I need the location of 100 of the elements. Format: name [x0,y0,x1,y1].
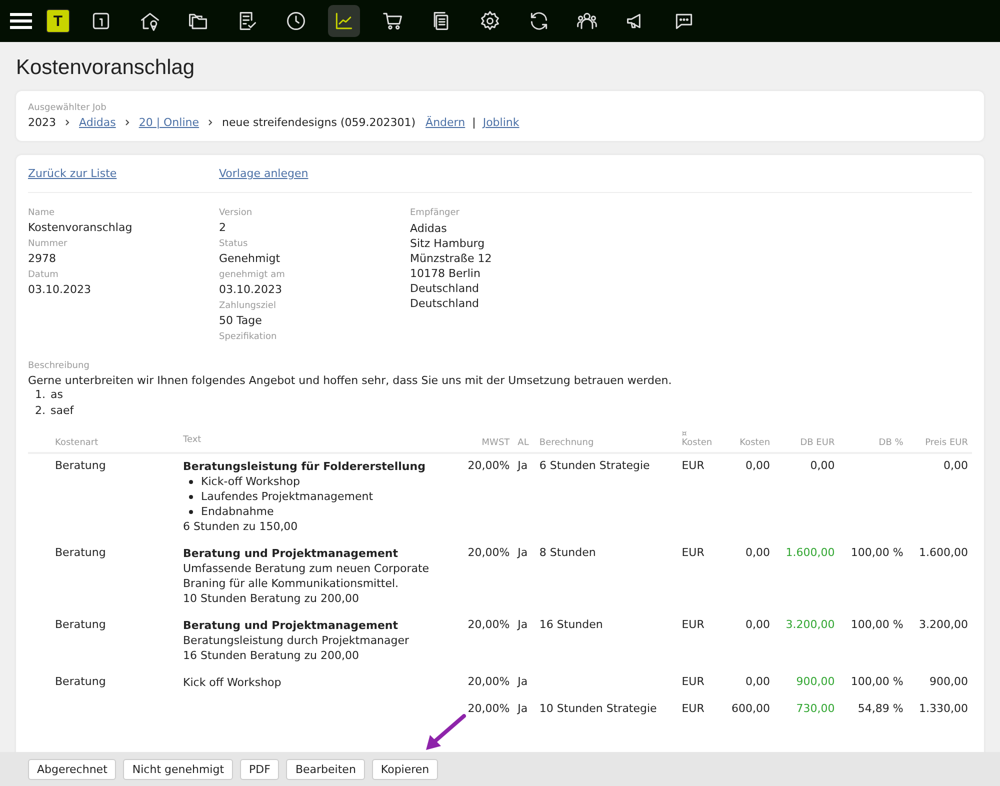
address-line: 10178 Berlin [410,266,482,281]
description-text: Gerne unterbreiten wir Ihnen folgendes Angebot und hoffen sehr, dass Sie uns mit der Umsetzung betrauen werden. [28,374,673,387]
address-line: Deutschland [410,296,480,311]
list-item-text: as [50,387,63,403]
action-button[interactable]: Kopieren [372,758,438,780]
chevron-icon [208,119,214,126]
field-label: Nummer [28,239,68,249]
menu-icon[interactable] [10,12,32,30]
joblink-link[interactable]: Joblink [482,116,520,129]
chevron-icon [124,119,130,126]
table-cell: 0,00 [810,459,835,472]
table-cell: 8 Stunden [539,546,596,559]
address-line: Sitz Hamburg [410,236,486,251]
column-header: AL [518,438,529,448]
address-line: Deutschland [410,281,480,296]
table-cell: EUR [682,618,704,631]
table-cell: 0,00 [746,675,770,688]
breadcrumb-text: neue streifendesigns (059.202301) [222,116,416,129]
field-value: 2 [219,221,227,234]
table-cell: Beratung [55,618,106,631]
table-cell: EUR [682,675,704,688]
breadcrumb-text: 2023 [28,116,56,129]
action-button[interactable]: Abgerechnet [28,758,116,780]
table-cell: 20,00% [468,702,510,715]
breadcrumb-link[interactable]: 20 | Online [138,116,200,129]
table-cell: EUR [682,702,704,715]
table-cell: 0,00 [746,546,770,559]
bullet-icon [189,480,193,484]
field-label: genehmigt am [219,270,286,280]
table-cell: 1.600,00 [919,546,968,559]
field-label: Empfänger [410,208,461,218]
field-label: Version [219,208,254,218]
table-cell: Ja [518,459,528,472]
item-title: Beratungsleistung für Foldererstellung [183,459,426,474]
table-cell: 20,00% [468,618,510,631]
table-cell: 3.200,00 [919,618,968,631]
column-header: Preis EUR [925,438,968,448]
field-value: Kostenvoranschlag [28,221,134,234]
column-header: Kosten [682,438,712,448]
column-header: Kosten [740,438,770,448]
table-cell: 54,89 % [858,702,904,715]
table-cell: 16 Stunden [539,618,603,631]
bullet-text: Laufendes Projektmanagement [201,489,374,504]
table-cell: 20,00% [468,459,510,472]
table-cell: Beratung [55,546,106,559]
action-button[interactable]: PDF [240,758,280,780]
action-link[interactable]: Zurück zur Liste [28,167,219,180]
item-text: Kick off Workshop [183,675,282,690]
address-line: Münzstraße 12 [410,251,493,266]
action-button[interactable]: Nicht genehmigt [123,758,234,780]
field-label: Status [219,239,249,249]
breadcrumb-link[interactable]: Adidas [79,116,116,129]
table-cell: 3.200,00 [786,618,835,631]
item-text: 10 Stunden Beratung zu 200,00 [183,591,360,606]
item-text: Beratungsleistung durch Projektmanager [183,633,410,648]
field-value: 03.10.2023 [219,283,283,296]
chart-icon[interactable] [328,5,360,37]
column-header: MWST [482,438,510,448]
currency-symbol: ¤ [682,429,688,438]
action-link[interactable]: Vorlage anlegen [219,167,410,180]
field-label: Datum [28,270,60,280]
field-value: 03.10.2023 [28,283,92,296]
list-number: 1. [35,387,46,403]
bullet-icon [189,510,193,514]
list-item-text: saef [50,403,74,419]
change-link[interactable]: Ändern [426,116,466,129]
item-title: Beratung und Projektmanagement [183,618,400,633]
field-value: 2978 [28,252,57,265]
item-text: Umfassende Beratung zum neuen Corporate Braning für alle Kommunikationsmittel. [183,561,430,591]
field-label: Spezifikation [219,332,278,342]
list-number: 2. [35,403,46,419]
table-cell: 20,00% [468,546,510,559]
separator-text: | [472,116,476,129]
action-button[interactable]: Bearbeiten [286,758,365,780]
table-cell: 900,00 [930,675,968,688]
table-cell: 900,00 [796,675,835,688]
column-header: Berechnung [539,438,594,448]
address-line: Adidas [410,221,448,236]
table-cell: 1.600,00 [786,546,835,559]
table-cell: 100,00 % [850,675,904,688]
bullet-text: Endabnahme [201,504,274,519]
table-cell: 6 Stunden Strategie [539,459,650,472]
table-cell: Beratung [55,675,106,688]
field-value: 50 Tage [219,314,263,327]
table-cell: Ja [518,546,528,559]
logo[interactable]: T [46,9,70,33]
table-cell: 600,00 [732,702,770,715]
page-title: Kostenvoranschlag [16,56,196,80]
table-cell: 20,00% [468,675,510,688]
table-cell: 0,00 [746,618,770,631]
bullet-icon [189,494,193,498]
table-cell: Beratung [55,459,106,472]
field-label: Name [28,208,56,218]
item-title: Beratung und Projektmanagement [183,546,400,561]
table-cell: 10 Stunden Strategie [539,702,657,715]
column-header: DB % [878,438,904,448]
column-header: DB EUR [800,438,835,448]
table-cell: Ja [518,702,528,715]
table-cell: Ja [518,618,528,631]
table-cell: 730,00 [796,702,835,715]
